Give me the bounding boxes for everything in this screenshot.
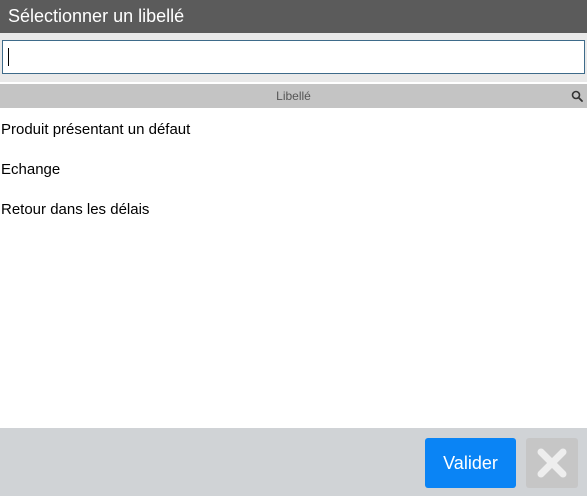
close-icon bbox=[537, 448, 567, 478]
label-list: Produit présentant un défaut Echange Ret… bbox=[0, 108, 587, 428]
validate-button[interactable]: Valider bbox=[425, 438, 516, 488]
list-item[interactable]: Produit présentant un défaut bbox=[0, 110, 587, 150]
close-button[interactable] bbox=[526, 438, 578, 488]
column-header[interactable]: Libellé bbox=[0, 84, 587, 108]
list-item[interactable]: Echange bbox=[0, 150, 587, 190]
select-label-dialog: Sélectionner un libellé Libellé Produit … bbox=[0, 0, 587, 496]
search-area bbox=[0, 33, 587, 82]
text-caret bbox=[8, 48, 9, 66]
column-header-label: Libellé bbox=[276, 89, 311, 103]
search-input[interactable] bbox=[2, 40, 585, 74]
list-item[interactable]: Retour dans les délais bbox=[0, 190, 587, 230]
dialog-title: Sélectionner un libellé bbox=[0, 0, 587, 33]
search-icon[interactable] bbox=[571, 90, 583, 102]
dialog-footer: Valider bbox=[0, 428, 587, 496]
